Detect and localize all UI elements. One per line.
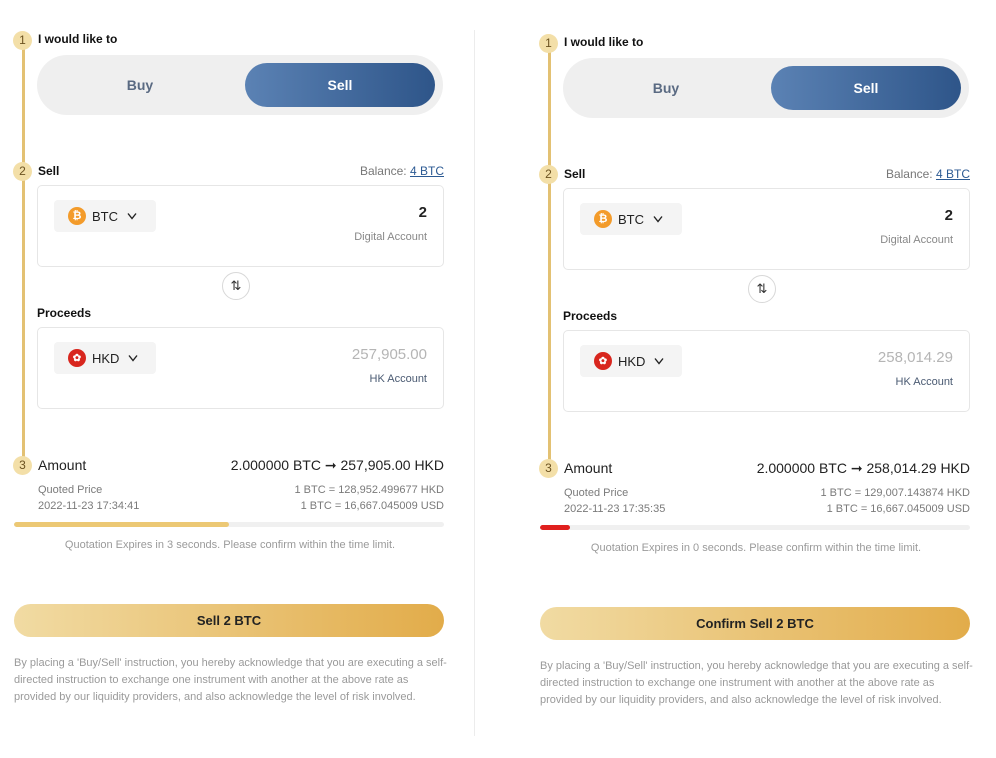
step-number-1: 1 <box>539 34 558 53</box>
balance: Balance: 4 BTC <box>886 167 970 181</box>
exchange-panel-right: 1 I would like to Buy Sell 2 Sell Balanc… <box>536 31 996 758</box>
proceeds-account-label: HK Account <box>895 376 953 388</box>
balance-link[interactable]: 4 BTC <box>936 167 970 181</box>
quoted-price-label: Quoted Price <box>38 484 103 496</box>
step2-title: Sell <box>564 167 586 181</box>
amount-title: Amount <box>564 460 613 476</box>
exchange-panel-left: 1 I would like to Buy Sell 2 Sell Balanc… <box>10 28 470 758</box>
swap-arrows-icon[interactable]: ⇅ <box>748 275 776 303</box>
sell-card: ₿ BTC 2 Digital Account <box>563 188 970 270</box>
bitcoin-icon: ₿ <box>594 210 612 228</box>
sell-option[interactable]: Sell <box>771 66 961 110</box>
sell-amount[interactable]: 2 <box>419 204 427 221</box>
step-number-2: 2 <box>539 165 558 184</box>
step-number-1: 1 <box>13 31 32 50</box>
step1-title: I would like to <box>38 32 118 46</box>
amount-title: Amount <box>38 457 87 473</box>
rate-hkd: 1 BTC = 128,952.499677 HKD <box>294 484 444 496</box>
sell-account-label: Digital Account <box>354 231 427 243</box>
risk-disclaimer: By placing a 'Buy/Sell' instruction, you… <box>540 660 973 706</box>
chevron-down-icon <box>653 216 663 223</box>
quotation-expiry-text: Quotation Expires in 0 seconds. Please c… <box>590 542 922 554</box>
rate-usd: 1 BTC = 16,667.045009 USD <box>826 503 970 515</box>
proceeds-currency-select[interactable]: ✿ HKD <box>580 345 682 377</box>
sell-currency-select[interactable]: ₿ BTC <box>580 203 682 235</box>
confirm-sell-button[interactable]: Confirm Sell 2 BTC <box>540 607 970 640</box>
sell-card: ₿ BTC 2 Digital Account <box>37 185 444 267</box>
proceeds-card: ✿ HKD 257,905.00 HK Account <box>37 327 444 409</box>
proceeds-currency-select[interactable]: ✿ HKD <box>54 342 156 374</box>
proceeds-currency-code: HKD <box>618 353 646 369</box>
balance-label: Balance: <box>359 164 407 178</box>
quote-countdown-fill <box>540 525 571 530</box>
step2-title: Sell <box>38 164 60 178</box>
quote-countdown-bar <box>540 525 970 530</box>
balance-link[interactable]: 4 BTC <box>410 164 444 178</box>
proceeds-amount: 258,014.29 <box>877 349 953 366</box>
buy-sell-toggle: Buy Sell <box>37 55 443 115</box>
chevron-down-icon <box>128 355 138 362</box>
sell-currency-select[interactable]: ₿ BTC <box>54 200 156 232</box>
risk-disclaimer: By placing a 'Buy/Sell' instruction, you… <box>14 657 447 703</box>
quotation-expiry-text: Quotation Expires in 3 seconds. Please c… <box>64 539 396 551</box>
step1-title: I would like to <box>564 35 644 49</box>
quote-countdown-fill <box>14 522 229 527</box>
step-number-3: 3 <box>539 459 558 478</box>
balance: Balance: 4 BTC <box>360 164 444 178</box>
hong-kong-flag-icon: ✿ <box>594 352 612 370</box>
balance-label: Balance: <box>885 167 933 181</box>
sell-account-label: Digital Account <box>880 234 953 246</box>
sell-amount[interactable]: 2 <box>945 207 953 224</box>
proceeds-title: Proceeds <box>37 306 92 320</box>
proceeds-amount: 257,905.00 <box>351 346 427 363</box>
sell-currency-code: BTC <box>618 211 644 227</box>
sell-currency-code: BTC <box>92 208 118 224</box>
sell-option[interactable]: Sell <box>245 63 435 107</box>
proceeds-account-label: HK Account <box>369 373 427 385</box>
confirm-sell-button[interactable]: Sell 2 BTC <box>14 604 444 637</box>
proceeds-currency-code: HKD <box>92 350 120 366</box>
rate-hkd: 1 BTC = 129,007.143874 HKD <box>820 487 970 499</box>
step-number-2: 2 <box>13 162 32 181</box>
chevron-down-icon <box>654 358 664 365</box>
step-progress-line <box>22 40 25 464</box>
bitcoin-icon: ₿ <box>68 207 86 225</box>
quote-countdown-bar <box>14 522 444 527</box>
chevron-down-icon <box>127 213 137 220</box>
panel-divider <box>474 30 475 736</box>
hong-kong-flag-icon: ✿ <box>68 349 86 367</box>
step-number-3: 3 <box>13 456 32 475</box>
swap-arrows-icon[interactable]: ⇅ <box>222 272 250 300</box>
buy-sell-toggle: Buy Sell <box>563 58 969 118</box>
proceeds-card: ✿ HKD 258,014.29 HK Account <box>563 330 970 412</box>
quote-timestamp: 2022-11-23 17:34:41 <box>38 500 140 512</box>
proceeds-title: Proceeds <box>563 309 618 323</box>
amount-summary: 2.000000 BTC ➞ 257,905.00 HKD <box>230 457 444 473</box>
buy-option[interactable]: Buy <box>45 63 235 107</box>
quote-timestamp: 2022-11-23 17:35:35 <box>564 503 666 515</box>
buy-option[interactable]: Buy <box>571 66 761 110</box>
quoted-price-label: Quoted Price <box>564 487 629 499</box>
amount-summary: 2.000000 BTC ➞ 258,014.29 HKD <box>756 460 970 476</box>
rate-usd: 1 BTC = 16,667.045009 USD <box>300 500 444 512</box>
step-progress-line <box>548 43 551 467</box>
